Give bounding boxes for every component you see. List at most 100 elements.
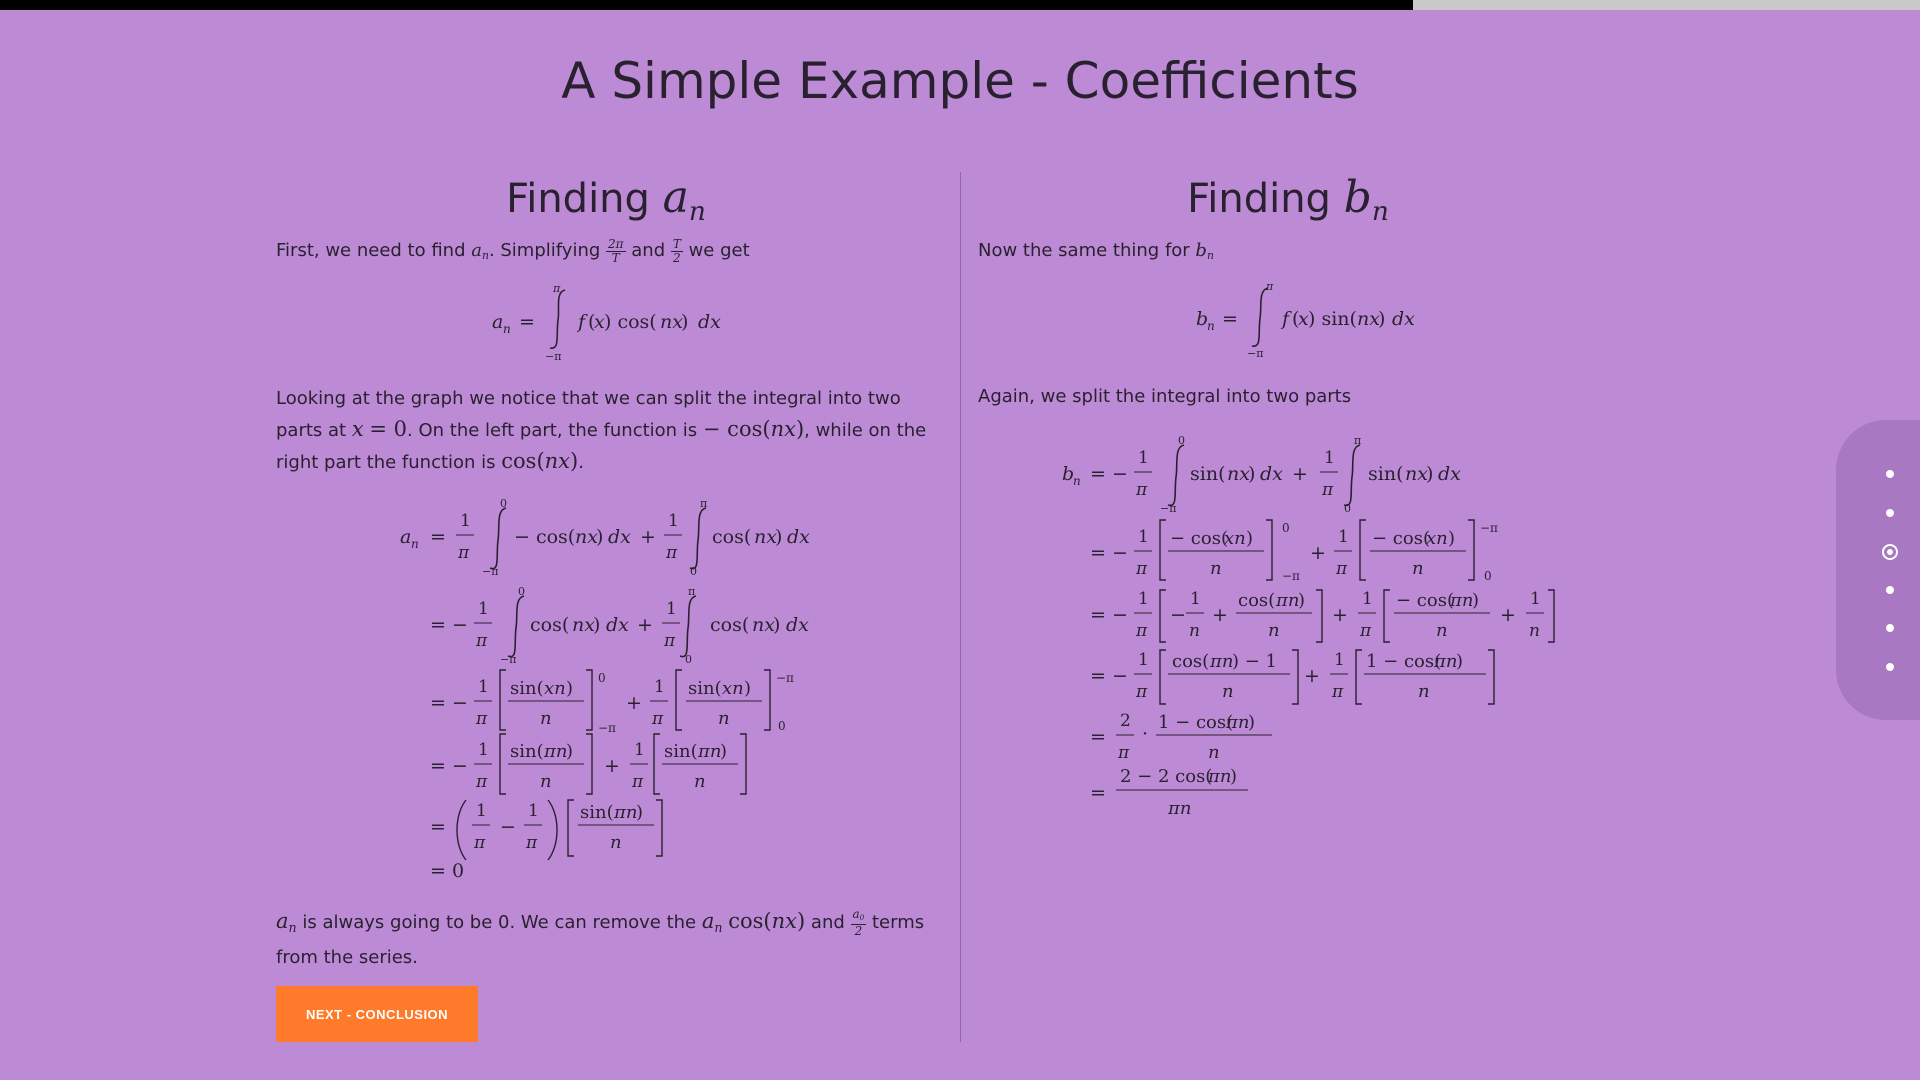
svg-text:π: π: [665, 543, 678, 563]
svg-text:+: +: [1500, 604, 1516, 626]
svg-text:sin(: sin(: [664, 741, 698, 762]
slide-nav-dot-1[interactable]: [1886, 470, 1894, 478]
slide-nav-dot-4[interactable]: [1886, 586, 1894, 594]
svg-text:a: a: [400, 526, 411, 548]
svg-text:1: 1: [1324, 448, 1335, 468]
svg-text:): ): [596, 526, 603, 548]
svg-text:+: +: [1212, 604, 1228, 626]
svg-text:+: +: [626, 692, 642, 714]
svg-text:πn: πn: [1209, 651, 1233, 672]
svg-text:− cos(: − cos(: [1372, 528, 1430, 549]
svg-text:πn: πn: [543, 741, 567, 762]
svg-text:xn: xn: [722, 678, 744, 699]
svg-text:= −: = −: [430, 692, 468, 714]
slide-nav-dot-5[interactable]: [1886, 624, 1894, 632]
svg-text:−π: −π: [1247, 347, 1263, 360]
svg-text:xn: xn: [1426, 528, 1448, 549]
svg-text:nx: nx: [752, 614, 775, 636]
svg-text:sin(: sin(: [510, 678, 544, 699]
svg-text:1: 1: [1138, 650, 1149, 670]
svg-text:): ): [1378, 308, 1385, 330]
svg-text:= −: = −: [430, 614, 468, 636]
svg-text:π: π: [525, 833, 538, 853]
svg-text:): ): [593, 614, 600, 636]
svg-text:+: +: [604, 755, 620, 777]
svg-text:dx: dx: [787, 526, 810, 548]
svg-text:= −: = −: [430, 755, 468, 777]
svg-text:1: 1: [668, 511, 679, 531]
svg-text:): ): [744, 678, 751, 699]
svg-text:=: =: [430, 526, 446, 548]
svg-text:n: n: [1436, 620, 1448, 641]
svg-text:πn: πn: [697, 741, 721, 762]
svg-text:π: π: [475, 772, 488, 792]
svg-text:π: π: [1135, 621, 1148, 641]
svg-text:π: π: [1321, 480, 1334, 500]
svg-text:cos(: cos(: [530, 614, 569, 636]
svg-text:cos(: cos(: [1172, 651, 1209, 672]
svg-text:1: 1: [1338, 527, 1349, 547]
svg-text:n: n: [503, 322, 511, 336]
svg-text:a: a: [492, 311, 503, 333]
right-intro: Now the same thing for bn: [978, 240, 1214, 263]
svg-text:+: +: [1310, 542, 1326, 564]
svg-text:): ): [1246, 528, 1253, 549]
svg-text:n: n: [411, 537, 419, 551]
svg-text:= −: = −: [1090, 542, 1128, 564]
svg-text:n: n: [1208, 742, 1220, 763]
left-para2: Looking at the graph we notice that we c…: [276, 388, 927, 473]
left-conclusion: an is always going to be 0. We can remov…: [276, 906, 925, 968]
slide-nav-dot-3-active[interactable]: [1882, 544, 1898, 560]
svg-text:1: 1: [478, 677, 489, 697]
svg-text:xn: xn: [544, 678, 566, 699]
svg-text:) sin(: ) sin(: [1308, 308, 1357, 330]
svg-text:): ): [681, 311, 688, 333]
svg-text:cos(: cos(: [710, 614, 749, 636]
slide-nav-dot-6[interactable]: [1886, 663, 1894, 671]
svg-text:πn: πn: [1207, 766, 1231, 787]
svg-text:0: 0: [598, 671, 606, 685]
svg-text:nx: nx: [660, 311, 683, 333]
svg-text:π: π: [1265, 280, 1274, 293]
svg-text:0: 0: [685, 653, 692, 666]
svg-text:−: −: [1170, 604, 1186, 626]
svg-text:1: 1: [1190, 589, 1201, 609]
svg-text:dx: dx: [786, 614, 809, 636]
svg-text:dx: dx: [608, 526, 631, 548]
slide-nav-dot-2[interactable]: [1886, 509, 1894, 517]
svg-text:1: 1: [1138, 527, 1149, 547]
svg-text:π: π: [1335, 559, 1348, 579]
next-conclusion-button[interactable]: NEXT - CONCLUSION: [276, 986, 478, 1042]
svg-text:dx: dx: [606, 614, 629, 636]
svg-text:1: 1: [654, 677, 665, 697]
svg-text:− cos(: − cos(: [1396, 590, 1454, 611]
svg-text:= 0: = 0: [430, 860, 464, 882]
slide-nav: [1836, 420, 1920, 720]
svg-text:n: n: [540, 771, 552, 792]
svg-text:n: n: [694, 771, 706, 792]
svg-text:sin(: sin(: [510, 741, 544, 762]
svg-text:): ): [1248, 712, 1255, 733]
svg-text:nx: nx: [572, 614, 595, 636]
svg-text:=: =: [1222, 308, 1238, 330]
svg-text:dx: dx: [1260, 463, 1283, 485]
svg-text:π: π: [1135, 682, 1148, 702]
svg-text:πn: πn: [1433, 651, 1457, 672]
right-eq1: bn = π −π f (x) sin(nx) dx: [1196, 280, 1415, 360]
svg-text:π: π: [473, 833, 486, 853]
svg-text:): ): [566, 678, 573, 699]
right-heading: Finding bn: [978, 170, 1598, 227]
svg-text:π: π: [663, 631, 676, 651]
svg-text:=: =: [1090, 726, 1106, 748]
svg-text:dx: dx: [698, 311, 721, 333]
svg-text:1: 1: [476, 801, 487, 821]
svg-text:π: π: [1117, 743, 1130, 763]
svg-text:+: +: [637, 614, 653, 636]
svg-text:nx: nx: [575, 526, 598, 548]
svg-text:) cos(: ) cos(: [604, 311, 657, 333]
svg-text:π: π: [631, 772, 644, 792]
svg-text:1: 1: [528, 801, 539, 821]
svg-text:=: =: [430, 816, 446, 838]
svg-text:= −: = −: [1090, 463, 1128, 485]
svg-text:n: n: [1412, 558, 1424, 579]
